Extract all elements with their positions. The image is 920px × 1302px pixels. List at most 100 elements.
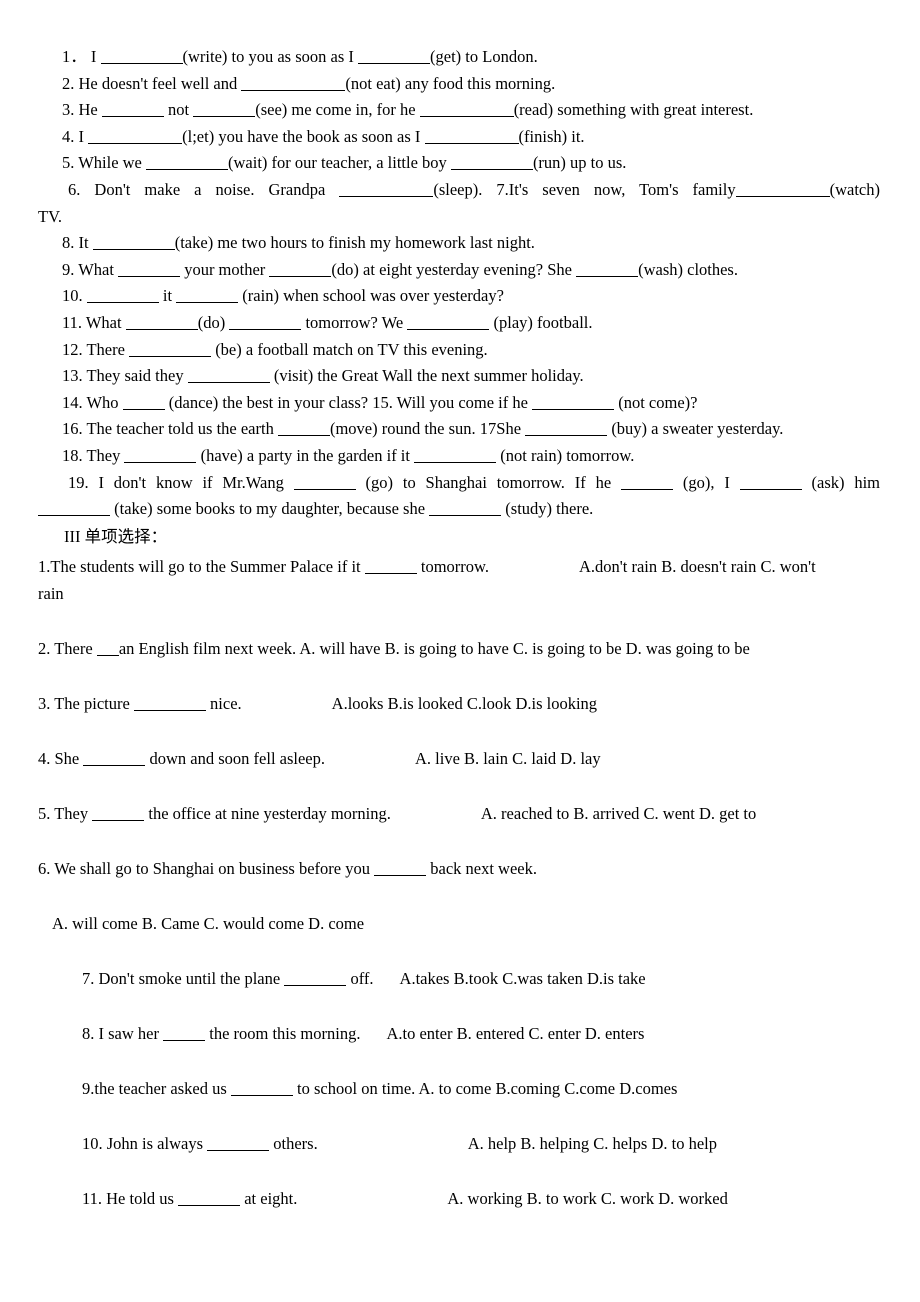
answer-blank[interactable]: [419, 102, 514, 118]
answer-blank[interactable]: [269, 262, 332, 277]
question-options[interactable]: A. working B. to work C. work D. worked: [447, 1189, 727, 1208]
fill-in-blank-section: 1． I (write) to you as soon as I (get) t…: [38, 44, 880, 523]
answer-blank[interactable]: [735, 182, 830, 197]
answer-blank[interactable]: [96, 641, 119, 656]
answer-blank[interactable]: [92, 235, 175, 251]
answer-blank[interactable]: [241, 76, 346, 91]
mc-question-1: 1.The students will go to the Summer Pal…: [38, 553, 880, 580]
answer-blank[interactable]: [124, 448, 197, 463]
question-text: I: [86, 47, 101, 66]
question-8: 8. It (take) me two hours to finish my h…: [38, 230, 880, 257]
question-number: 6.: [38, 858, 51, 878]
answer-blank[interactable]: [86, 288, 159, 304]
question-number: 8.: [82, 1023, 95, 1043]
answer-blank[interactable]: [187, 368, 270, 384]
question-text: the teacher asked us: [94, 1078, 231, 1098]
mc-question-10: 10. John is always others. A. help B. hel…: [38, 1130, 880, 1157]
question-text: Don't make a noise. Grandpa: [80, 179, 340, 199]
answer-blank[interactable]: [193, 102, 256, 118]
question-text[interactable]: an English film next week. A. will have …: [119, 639, 750, 658]
answer-blank[interactable]: [407, 315, 490, 330]
answer-blank[interactable]: [178, 1191, 241, 1206]
question-options[interactable]: A.to enter B. entered C. enter D. enters: [386, 1024, 644, 1043]
answer-blank[interactable]: [83, 751, 146, 766]
answer-blank[interactable]: [118, 262, 181, 277]
mc-question-11: 11. He told us at eight. A. working B. to…: [38, 1185, 880, 1212]
question-number: 13.: [62, 366, 83, 386]
answer-blank[interactable]: [207, 1136, 270, 1151]
question-text: I don't know if Mr.Wang: [88, 472, 294, 492]
answer-blank[interactable]: [125, 315, 198, 330]
question-number: 9.: [82, 1078, 95, 1098]
answer-blank[interactable]: [293, 475, 356, 490]
answer-blank[interactable]: [450, 155, 533, 171]
question-number: 1.: [38, 556, 51, 576]
question-number: 2.: [62, 73, 75, 93]
answer-blank[interactable]: [229, 315, 302, 330]
question-text: (go), I: [673, 472, 740, 492]
answer-blank[interactable]: [374, 861, 427, 876]
mc-question-5: 5. They the office at nine yesterday mor…: [38, 800, 880, 827]
question-text: It: [74, 233, 93, 253]
question-text: (rain) when school was over yesterday?: [238, 286, 504, 306]
answer-blank[interactable]: [133, 696, 206, 711]
question-text: 7.It's seven now, Tom's family: [496, 179, 736, 199]
answer-blank[interactable]: [101, 102, 164, 118]
answer-blank[interactable]: [92, 806, 145, 821]
answer-blank[interactable]: [576, 262, 639, 277]
answer-blank[interactable]: [358, 49, 431, 64]
question-text[interactable]: to school on time. A. to come B.coming C…: [293, 1079, 677, 1098]
question-number: 3.: [38, 693, 51, 713]
answer-blank[interactable]: [163, 1026, 206, 1041]
question-text: I: [74, 126, 89, 146]
question-number: 11.: [82, 1188, 103, 1208]
answer-blank[interactable]: [364, 559, 417, 574]
question-options[interactable]: A.don't rain B. doesn't rain C. won't: [579, 557, 816, 576]
question-18: 18. They (have) a party in the garden if…: [38, 443, 880, 470]
mc-question-6-options: A. will come B. Came C. would come D. co…: [38, 910, 880, 937]
question-text: The students will go to the Summer Palac…: [50, 556, 365, 576]
question-text: (do) at eight yesterday evening? She: [331, 259, 577, 279]
answer-blank[interactable]: [414, 448, 497, 463]
mc-question-6: 6. We shall go to Shanghai on business b…: [38, 855, 880, 882]
question-text: others.: [269, 1133, 318, 1153]
answer-blank[interactable]: [277, 421, 330, 437]
answer-blank[interactable]: [532, 395, 615, 410]
answer-blank[interactable]: [88, 129, 183, 144]
answer-blank[interactable]: [284, 971, 347, 986]
question-10: 10. it (rain) when school was over yeste…: [38, 283, 880, 310]
answer-blank[interactable]: [38, 501, 110, 517]
answer-blank[interactable]: [230, 1081, 293, 1096]
answer-blank[interactable]: [100, 49, 183, 64]
question-text: (sleep).: [433, 179, 483, 199]
question-1: 1． I (write) to you as soon as I (get) t…: [38, 44, 880, 71]
question-options[interactable]: A.takes B.took C.was taken D.is take: [400, 969, 646, 988]
answer-blank[interactable]: [122, 395, 165, 410]
answer-blank[interactable]: [146, 155, 229, 171]
question-options-wrap[interactable]: rain: [38, 584, 64, 603]
question-text: They: [82, 445, 125, 465]
question-options[interactable]: A. live B. lain C. laid D. lay: [415, 749, 601, 768]
question-text: (not rain) tomorrow.: [496, 445, 635, 465]
question-text: They: [50, 803, 93, 823]
answer-blank[interactable]: [621, 475, 674, 490]
question-options[interactable]: A. help B. helping C. helps D. to help: [468, 1134, 717, 1153]
answer-blank[interactable]: [429, 501, 502, 517]
answer-blank[interactable]: [525, 421, 608, 437]
question-text: (run) up to us.: [532, 153, 627, 173]
multiple-choice-section: 1.The students will go to the Summer Pal…: [38, 553, 880, 1212]
question-text: down and soon fell asleep.: [145, 748, 326, 768]
answer-blank[interactable]: [424, 129, 519, 144]
question-number: 14.: [62, 392, 83, 412]
question-text: (visit) the Great Wall the next summer h…: [269, 366, 584, 386]
question-options[interactable]: A. will come B. Came C. would come D. co…: [52, 914, 364, 933]
question-text: There: [50, 638, 97, 658]
answer-blank[interactable]: [339, 182, 434, 197]
answer-blank[interactable]: [129, 342, 212, 357]
question-text: (finish) it.: [518, 126, 585, 146]
mc-question-2: 2. There an English film next week. A. w…: [38, 635, 880, 662]
answer-blank[interactable]: [739, 475, 802, 490]
question-options[interactable]: A.looks B.is looked C.look D.is looking: [332, 694, 597, 713]
question-options[interactable]: A. reached to B. arrived C. went D. get …: [481, 804, 756, 823]
answer-blank[interactable]: [176, 288, 239, 304]
